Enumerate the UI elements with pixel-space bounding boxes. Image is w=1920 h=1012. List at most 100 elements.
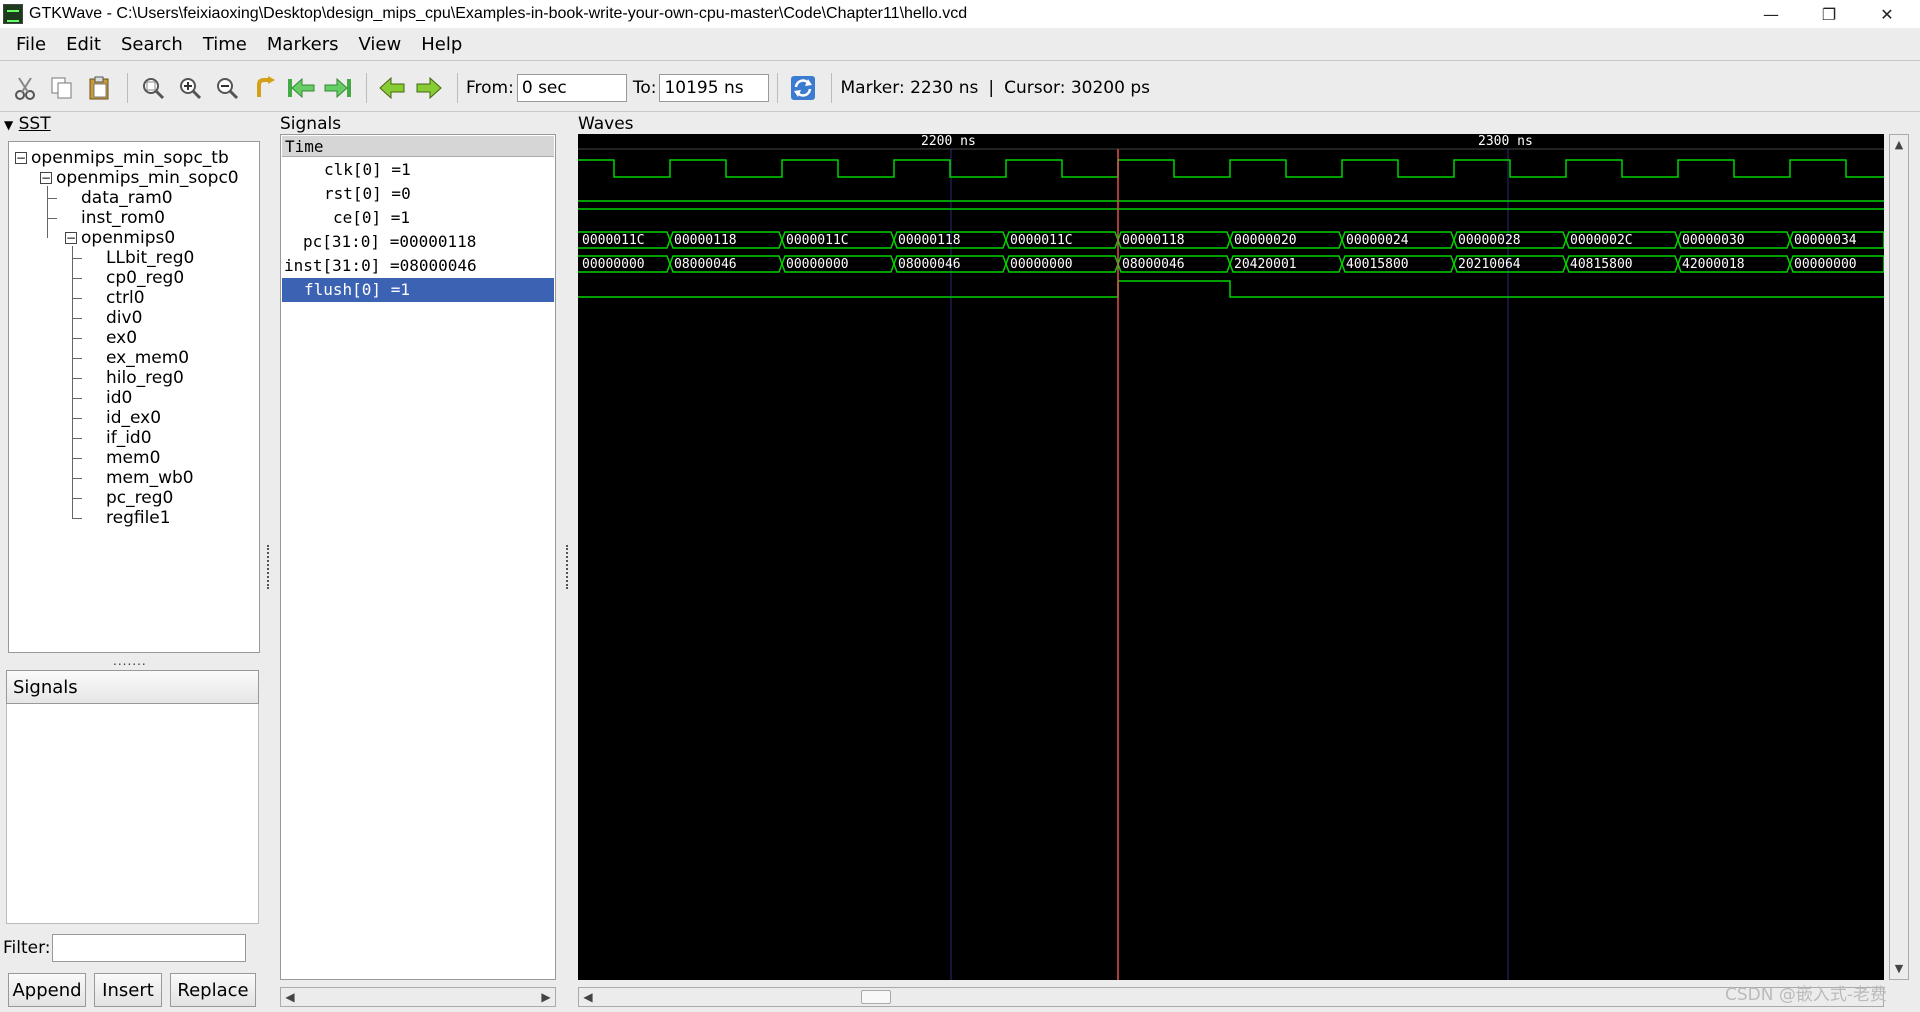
tree-expander-icon[interactable]: − bbox=[40, 172, 52, 184]
pc-value-label: 00000118 bbox=[1122, 233, 1185, 248]
jump-start-icon[interactable] bbox=[284, 71, 318, 105]
menu-search[interactable]: Search bbox=[111, 34, 193, 55]
signal-row-flush[interactable]: flush[0] =1 bbox=[282, 278, 554, 302]
toolbar-separator bbox=[127, 72, 128, 103]
inst-value-label: 00000000 bbox=[582, 257, 645, 272]
tree-expander-icon[interactable]: − bbox=[15, 152, 27, 164]
close-button[interactable]: ✕ bbox=[1858, 0, 1916, 28]
pc-value-label: 0000011C bbox=[786, 233, 849, 248]
toolbar-separator bbox=[366, 72, 367, 103]
tree-item[interactable]: pc_reg0 bbox=[106, 488, 173, 508]
signals-list[interactable]: Time clk[0] =1 rst[0] =0 ce[0] =1 pc[31:… bbox=[280, 134, 556, 980]
zoom-out-icon[interactable] bbox=[210, 71, 244, 105]
tree-connector bbox=[72, 358, 82, 359]
scroll-left-icon[interactable]: ◀ bbox=[282, 989, 298, 1005]
zoom-in-icon[interactable] bbox=[173, 71, 207, 105]
tree-item[interactable]: id0 bbox=[106, 388, 132, 408]
signal-row-pc[interactable]: pc[31:0] =00000118 bbox=[282, 230, 554, 254]
clk-trace bbox=[578, 159, 1884, 178]
zoom-undo-icon[interactable] bbox=[247, 71, 281, 105]
menu-markers[interactable]: Markers bbox=[257, 34, 349, 55]
waveform-view[interactable]: 2200 ns 2300 ns 0000011C 00000118 0000011C 00… bbox=[578, 134, 1884, 980]
tree-item[interactable]: mem_wb0 bbox=[106, 468, 194, 488]
menu-view[interactable]: View bbox=[349, 34, 412, 55]
sst-tree[interactable]: − openmips_min_sopc_tb − openmips_min_sopc0… bbox=[8, 141, 260, 653]
tree-item[interactable]: ex0 bbox=[106, 328, 137, 348]
tree-item[interactable]: LLbit_reg0 bbox=[106, 248, 194, 268]
waves-hscrollbar[interactable]: ◀ bbox=[578, 987, 1884, 1007]
minimize-button[interactable]: — bbox=[1742, 0, 1800, 28]
left-splitter-grip[interactable] bbox=[267, 545, 271, 589]
replace-button[interactable]: Replace bbox=[170, 973, 256, 1007]
tree-item[interactable]: inst_rom0 bbox=[81, 208, 165, 228]
time-label: 2300 ns bbox=[1478, 134, 1533, 149]
tree-connector bbox=[72, 458, 82, 459]
menu-file[interactable]: File bbox=[6, 34, 56, 55]
tree-item[interactable]: openmips_min_sopc_tb bbox=[31, 148, 229, 168]
sst-header[interactable]: ▼ SST bbox=[4, 114, 51, 134]
scroll-left-icon[interactable]: ◀ bbox=[580, 989, 596, 1005]
zoom-fit-icon[interactable] bbox=[136, 71, 170, 105]
menu-help[interactable]: Help bbox=[411, 34, 472, 55]
tree-item[interactable]: mem0 bbox=[106, 448, 160, 468]
tree-item[interactable]: ctrl0 bbox=[106, 288, 145, 308]
tree-item[interactable]: data_ram0 bbox=[81, 188, 173, 208]
pane-splitter-grip[interactable]: ....... bbox=[113, 654, 147, 668]
jump-end-icon[interactable] bbox=[321, 71, 355, 105]
menu-edit[interactable]: Edit bbox=[56, 34, 111, 55]
to-label: To: bbox=[632, 77, 657, 98]
signal-row-clk[interactable]: clk[0] =1 bbox=[282, 158, 554, 182]
signal-row-inst[interactable]: inst[31:0] =08000046 bbox=[282, 254, 554, 278]
signal-row-rst[interactable]: rst[0] =0 bbox=[282, 182, 554, 206]
scroll-right-icon[interactable]: ▶ bbox=[538, 989, 554, 1005]
reload-icon[interactable] bbox=[786, 71, 820, 105]
tree-connector bbox=[47, 186, 48, 238]
tree-connector bbox=[72, 278, 82, 279]
scroll-up-icon[interactable]: ▲ bbox=[1891, 137, 1907, 153]
tree-item[interactable]: openmips0 bbox=[81, 228, 175, 248]
tree-connector bbox=[72, 518, 82, 519]
tree-connector bbox=[72, 298, 82, 299]
append-button[interactable]: Append bbox=[8, 973, 86, 1007]
sst-signals-list[interactable] bbox=[6, 704, 259, 924]
tree-connector bbox=[72, 318, 82, 319]
signals-hscrollbar[interactable]: ◀ ▶ bbox=[280, 987, 556, 1007]
tree-item[interactable]: cp0_reg0 bbox=[106, 268, 184, 288]
signal-row-ce[interactable]: ce[0] =1 bbox=[282, 206, 554, 230]
copy-icon[interactable] bbox=[45, 71, 79, 105]
toolbar-separator bbox=[457, 72, 458, 103]
prev-edge-icon[interactable] bbox=[375, 71, 409, 105]
collapse-triangle-icon: ▼ bbox=[4, 118, 14, 132]
inst-value-label: 40015800 bbox=[1346, 257, 1409, 272]
scroll-down-icon[interactable]: ▼ bbox=[1891, 961, 1907, 977]
inst-value-label: 40815800 bbox=[1570, 257, 1633, 272]
tree-item[interactable]: if_id0 bbox=[106, 428, 152, 448]
menu-time[interactable]: Time bbox=[193, 34, 257, 55]
tree-item[interactable]: div0 bbox=[106, 308, 142, 328]
to-input[interactable] bbox=[659, 73, 770, 102]
waveform-canvas[interactable]: 2200 ns 2300 ns 0000011C 00000118 0000011C 00… bbox=[578, 134, 1884, 980]
waves-vscrollbar[interactable]: ▲ ▼ bbox=[1889, 134, 1909, 980]
waves-scroll-thumb[interactable] bbox=[861, 990, 891, 1004]
tree-expander-icon[interactable]: − bbox=[65, 232, 77, 244]
sst-signals-header[interactable]: Signals bbox=[6, 670, 259, 704]
tree-item[interactable]: ex_mem0 bbox=[106, 348, 189, 368]
tree-item[interactable]: hilo_reg0 bbox=[106, 368, 184, 388]
paste-icon[interactable] bbox=[82, 71, 116, 105]
from-input[interactable] bbox=[516, 73, 627, 102]
middle-splitter-grip[interactable] bbox=[566, 545, 570, 589]
inst-value-label: 00000000 bbox=[786, 257, 849, 272]
cut-icon[interactable] bbox=[8, 71, 42, 105]
tree-item[interactable]: id_ex0 bbox=[106, 408, 161, 428]
next-edge-icon[interactable] bbox=[412, 71, 446, 105]
inst-value-label: 20420001 bbox=[1234, 257, 1297, 272]
tree-item[interactable]: regfile1 bbox=[106, 508, 171, 528]
tree-item[interactable]: openmips_min_sopc0 bbox=[56, 168, 239, 188]
restore-button[interactable]: ❐ bbox=[1800, 0, 1858, 28]
watermark: CSDN @嵌入式-老费 bbox=[1725, 985, 1888, 1005]
pc-value-label: 00000030 bbox=[1682, 233, 1745, 248]
filter-input[interactable] bbox=[52, 934, 246, 962]
filter-label: Filter: bbox=[3, 938, 51, 958]
tree-connector bbox=[47, 198, 57, 199]
insert-button[interactable]: Insert bbox=[94, 973, 162, 1007]
